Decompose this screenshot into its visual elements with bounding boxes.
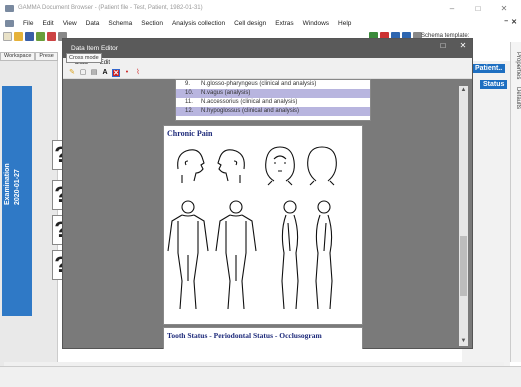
body-back bbox=[215, 200, 257, 310]
menu-extras[interactable]: Extras bbox=[275, 20, 293, 27]
scroll-thumb[interactable] bbox=[460, 236, 467, 296]
new-icon[interactable] bbox=[3, 32, 12, 41]
menu-help[interactable]: Help bbox=[338, 20, 351, 27]
menu-view[interactable]: View bbox=[63, 20, 77, 27]
body-side-right bbox=[315, 200, 333, 310]
menu-schema[interactable]: Schema bbox=[108, 20, 132, 27]
menu-windows[interactable]: Windows bbox=[303, 20, 329, 27]
tab-workspace[interactable]: Workspace bbox=[0, 52, 36, 61]
print-tool-icon[interactable]: ▤ bbox=[90, 69, 98, 77]
head-front bbox=[265, 146, 295, 186]
dialog-maximize-button[interactable]: □ bbox=[436, 41, 450, 50]
dialog-title: Data Item Editor bbox=[71, 45, 118, 52]
dialog-toolbar: ✎ ▢ ▤ A ✕ • ⌇ bbox=[63, 67, 472, 79]
tab-presentation[interactable]: Prese bbox=[35, 52, 58, 61]
dialog-vertical-scrollbar[interactable]: ▲ ▼ bbox=[459, 86, 468, 346]
delete-icon[interactable] bbox=[47, 32, 56, 41]
pointer-tool-icon[interactable]: ✎ bbox=[68, 69, 76, 77]
body-front bbox=[167, 200, 209, 310]
menubar: File Edit View Data Schema Section Analy… bbox=[0, 18, 521, 29]
cross-mode-icon[interactable]: ✕ bbox=[112, 68, 120, 77]
nerve-list: 9. N.glosso-pharyngeus (clinical and anal… bbox=[175, 79, 371, 121]
app-titlebar: GAMMA Document Browser - (Patient file -… bbox=[0, 0, 521, 16]
dialog-titlebar: Data Item Editor bbox=[63, 39, 472, 58]
list-item[interactable]: 9. N.glosso-pharyngeus (clinical and anal… bbox=[176, 80, 370, 89]
chronic-pain-title: Chronic Pain bbox=[167, 129, 213, 138]
status-tab[interactable]: Status bbox=[480, 80, 508, 89]
dot-tool-icon[interactable]: • bbox=[123, 69, 131, 77]
menu-cell-design[interactable]: Cell design bbox=[234, 20, 266, 27]
menu-data[interactable]: Data bbox=[86, 20, 100, 27]
head-right-profile bbox=[217, 149, 245, 183]
chronic-pain-panel: Chronic Pain bbox=[163, 125, 363, 325]
dialog-menubar: Data Edit bbox=[63, 58, 472, 67]
minimize-button[interactable]: – bbox=[439, 0, 465, 16]
mdi-close-button[interactable]: ✕ bbox=[511, 18, 517, 26]
examination-date: 2020-01-27 bbox=[14, 169, 21, 205]
list-item[interactable]: 10. N.vagus (analysis) bbox=[176, 89, 370, 98]
workspace-tabs: Workspace Prese bbox=[0, 52, 58, 61]
tooth-status-title: Tooth Status - Periodontal Status - Occl… bbox=[167, 331, 322, 340]
examination-label: Examination 2020-01-27 bbox=[3, 163, 23, 205]
tooth-status-panel: Tooth Status - Periodontal Status - Occl… bbox=[163, 327, 363, 349]
brush-tool-icon[interactable]: ⌇ bbox=[134, 69, 142, 77]
menu-file[interactable]: File bbox=[23, 20, 33, 27]
open-folder-icon[interactable] bbox=[14, 32, 23, 41]
dialog-close-button[interactable]: ✕ bbox=[456, 41, 470, 50]
select-tool-icon[interactable]: ▢ bbox=[79, 69, 87, 77]
side-tabs: Properties Defaults bbox=[510, 42, 521, 362]
menu-edit[interactable]: Edit bbox=[42, 20, 53, 27]
document-icon bbox=[5, 20, 14, 27]
scroll-down-icon[interactable]: ▼ bbox=[459, 337, 468, 346]
save-icon[interactable] bbox=[25, 32, 34, 41]
close-button[interactable]: ✕ bbox=[491, 0, 517, 16]
menu-analysis-collection[interactable]: Analysis collection bbox=[172, 20, 225, 27]
cross-mode-tooltip: Cross mode bbox=[66, 53, 102, 63]
body-chart[interactable] bbox=[164, 141, 362, 326]
patient-tab[interactable]: Patient.. bbox=[472, 64, 506, 73]
body-side-left bbox=[281, 200, 299, 310]
print-icon[interactable] bbox=[36, 32, 45, 41]
list-item[interactable]: 11. N.accessorius (clinical and analysis) bbox=[176, 98, 370, 107]
text-tool-icon[interactable]: A bbox=[101, 69, 109, 77]
maximize-button[interactable]: □ bbox=[465, 0, 491, 16]
mdi-minimize-button[interactable]: – bbox=[504, 18, 508, 26]
head-back bbox=[307, 146, 337, 186]
dialog-canvas: 9. N.glosso-pharyngeus (clinical and anal… bbox=[163, 79, 465, 349]
scroll-up-icon[interactable]: ▲ bbox=[459, 86, 468, 95]
app-title: GAMMA Document Browser - (Patient file -… bbox=[18, 5, 203, 11]
head-left-profile bbox=[177, 149, 205, 183]
menu-section[interactable]: Section bbox=[141, 20, 163, 27]
status-bar bbox=[0, 366, 521, 387]
properties-side-tab[interactable]: Properties bbox=[515, 52, 521, 79]
defaults-side-tab[interactable]: Defaults bbox=[515, 87, 521, 109]
examination-title: Examination bbox=[4, 163, 11, 205]
list-item[interactable]: 12. N.hypoglossus (clinical and analysis) bbox=[176, 107, 370, 116]
app-icon bbox=[5, 4, 14, 12]
data-item-editor-dialog: Data Item Editor □ ✕ Data Edit ✎ ▢ ▤ A ✕… bbox=[62, 38, 473, 349]
